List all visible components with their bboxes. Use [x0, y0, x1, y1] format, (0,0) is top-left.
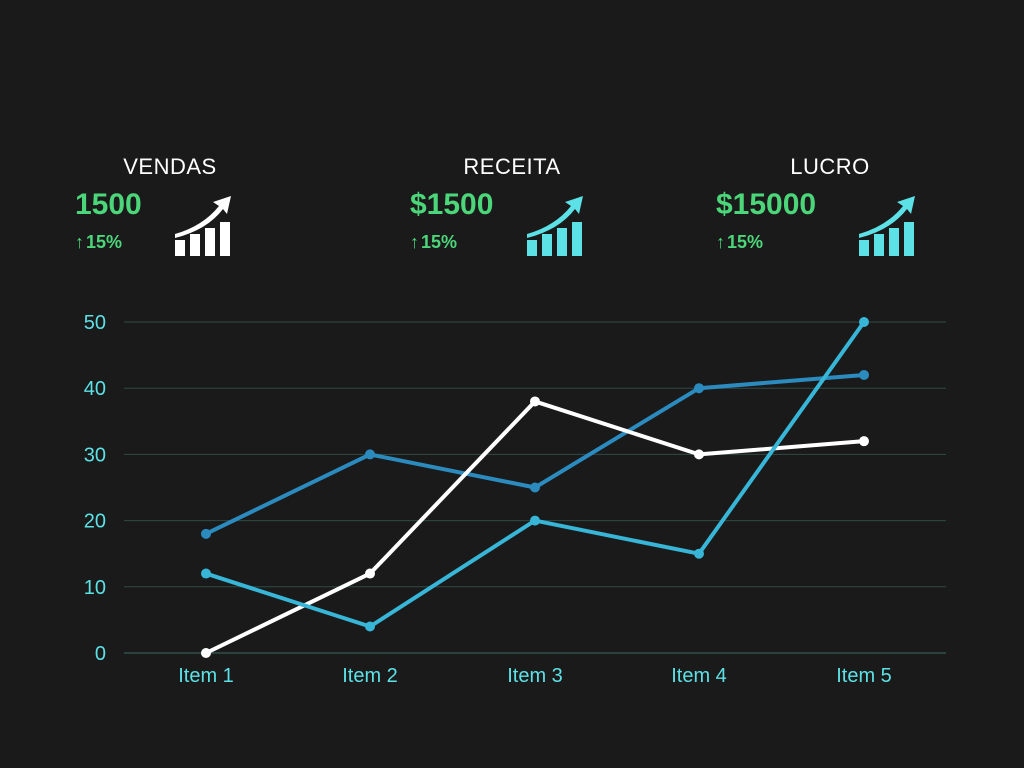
series-2-point: [530, 396, 540, 407]
series-1-point: [694, 383, 704, 394]
series-1-point: [530, 482, 540, 493]
line-chart: 0 10 20 30 40 50 Item 1 Item 2 Item 3 Item 4 Item …: [84, 312, 946, 687]
series-3-point: [694, 548, 704, 559]
series-2-point: [365, 568, 375, 579]
y-tick-label: 30: [84, 444, 106, 466]
series-3-point: [201, 568, 211, 579]
series-2-point: [694, 449, 704, 460]
series-1-point: [859, 369, 869, 380]
x-tick-label: Item 3: [507, 665, 563, 687]
series-line-3: [204, 320, 866, 629]
y-tick-label: 10: [84, 577, 106, 599]
y-tick-label: 20: [84, 511, 106, 533]
y-tick-label: 0: [95, 643, 106, 665]
series-3-point: [365, 621, 375, 632]
series-1-point: [365, 449, 375, 460]
series-2-point: [859, 436, 869, 447]
y-tick-label: 50: [84, 312, 106, 334]
series-3-point: [859, 317, 869, 327]
series-1-point: [201, 528, 211, 539]
x-tick-label: Item 1: [178, 665, 234, 687]
series-3-point: [530, 515, 540, 526]
series-line-2: [204, 399, 866, 655]
x-tick-label: Item 5: [836, 665, 892, 687]
y-tick-label: 40: [84, 378, 106, 400]
x-tick-label: Item 4: [671, 665, 727, 687]
series-2-point: [201, 648, 211, 658]
x-tick-label: Item 2: [342, 665, 398, 687]
